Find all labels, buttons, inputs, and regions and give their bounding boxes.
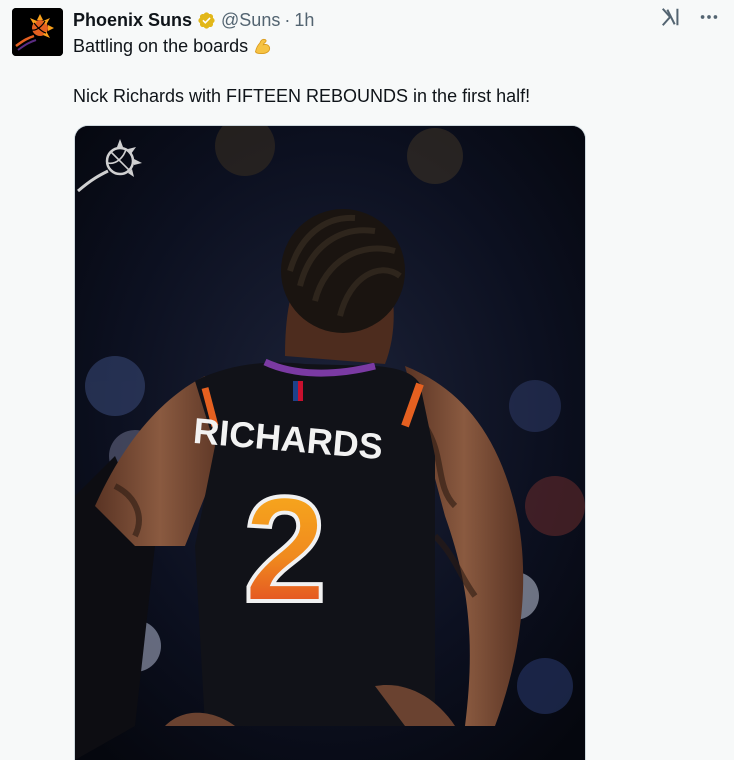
- more-options-icon[interactable]: [698, 6, 720, 28]
- avatar[interactable]: [12, 8, 63, 56]
- tweet-text: Battling on the boards: [73, 36, 249, 56]
- author-name[interactable]: Phoenix Suns: [73, 10, 192, 31]
- tweet-actions-top: [660, 6, 720, 28]
- tweet-header: Phoenix Suns @Suns · 1h: [73, 8, 314, 32]
- suns-logo-icon: [12, 8, 63, 56]
- author-handle[interactable]: @Suns: [221, 10, 280, 31]
- jersey-number: 2: [243, 465, 326, 633]
- grok-icon[interactable]: [660, 6, 682, 28]
- separator-dot: ·: [284, 9, 291, 30]
- tweet-text-line1: Battling on the boards: [73, 36, 273, 57]
- tweet-media-photo[interactable]: RICHARDS 2: [74, 125, 586, 760]
- player-photo: RICHARDS 2: [75, 126, 585, 760]
- tweet-time[interactable]: 1h: [294, 10, 314, 31]
- flexed-biceps-emoji-icon: [255, 38, 271, 54]
- tweet-text-line2: Nick Richards with FIFTEEN REBOUNDS in t…: [73, 86, 531, 106]
- verified-badge-icon: [198, 11, 215, 29]
